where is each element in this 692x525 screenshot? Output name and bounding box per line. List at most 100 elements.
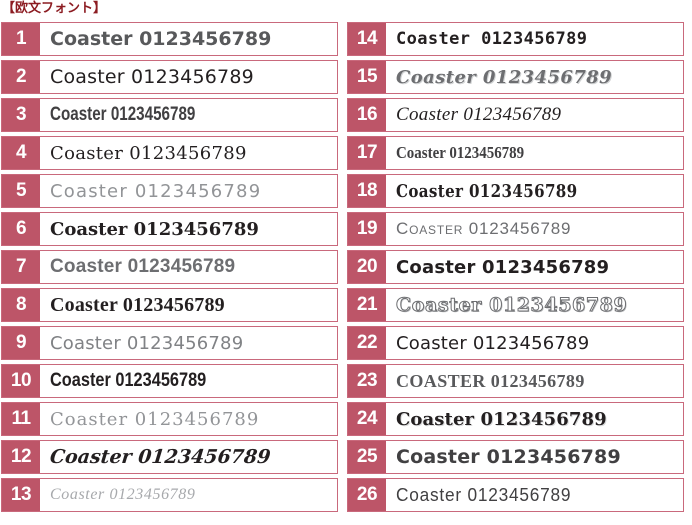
- font-row[interactable]: 11 Coaster 0123456789: [1, 402, 338, 436]
- font-row[interactable]: 23 COASTER 0123456789: [347, 364, 684, 398]
- font-sample-text: Coaster 0123456789: [40, 213, 337, 245]
- font-row[interactable]: 16 Coaster 0123456789: [347, 98, 684, 132]
- font-number-badge: 9: [2, 327, 40, 359]
- font-row[interactable]: 12 Coaster 0123456789: [1, 440, 338, 474]
- font-sample-text: Coaster 0123456789: [386, 99, 683, 131]
- font-sample-text: COASTER 0123456789: [386, 365, 683, 397]
- font-number-badge: 14: [348, 23, 386, 55]
- font-row[interactable]: 7 Coaster 0123456789: [1, 250, 338, 284]
- font-number-badge: 6: [2, 213, 40, 245]
- font-number-badge: 15: [348, 61, 386, 93]
- font-specimen: Coaster 0123456789: [50, 370, 207, 391]
- font-number-badge: 7: [2, 251, 40, 283]
- font-number-badge: 13: [2, 479, 40, 511]
- font-sample-text: Coaster 0123456789: [386, 137, 683, 169]
- font-number-badge: 26: [348, 479, 386, 511]
- font-specimen: Coaster 0123456789: [50, 408, 260, 430]
- font-specimen: Coaster 0123456789: [396, 446, 621, 468]
- page-title: 【欧文フォント】: [2, 1, 107, 16]
- font-number-badge: 12: [2, 441, 40, 473]
- font-number-badge: 17: [348, 137, 386, 169]
- right-column: 14 Coaster 0123456789 15 Coaster 0123456789…: [347, 22, 684, 516]
- font-sample-text: Coaster 0123456789: [386, 213, 683, 245]
- font-sample-text: Coaster 0123456789: [386, 23, 683, 55]
- font-number-badge: 2: [2, 61, 40, 93]
- font-row[interactable]: 10 Coaster 0123456789: [1, 364, 338, 398]
- font-row[interactable]: 22 Coaster 0123456789: [347, 326, 684, 360]
- font-sample-text: Coaster 0123456789: [40, 441, 337, 473]
- font-sample-text: Coaster 0123456789: [386, 175, 683, 207]
- font-row[interactable]: 13 Coaster 0123456789: [1, 478, 338, 512]
- font-sample-text: Coaster 0123456789: [40, 289, 337, 321]
- font-row[interactable]: 5 Coaster 0123456789: [1, 174, 338, 208]
- font-sample-text: Coaster 0123456789: [386, 403, 683, 435]
- font-number-badge: 23: [348, 365, 386, 397]
- font-sample-text: Coaster 0123456789: [40, 479, 337, 511]
- font-sample-text: Coaster 0123456789: [386, 289, 683, 321]
- font-specimen: Coaster 0123456789: [50, 293, 225, 316]
- font-specimen: Coaster 0123456789: [396, 332, 590, 354]
- font-specimen: Coaster 0123456789: [50, 332, 244, 354]
- font-sample-text: Coaster 0123456789: [386, 327, 683, 359]
- font-row[interactable]: 18 Coaster 0123456789: [347, 174, 684, 208]
- font-specimen: Coaster 0123456789: [396, 29, 588, 49]
- font-number-badge: 11: [2, 403, 40, 435]
- font-row[interactable]: 19 Coaster 0123456789: [347, 212, 684, 246]
- font-number-badge: 3: [2, 99, 40, 131]
- font-specimen: Coaster 0123456789: [50, 142, 247, 164]
- font-number-badge: 10: [2, 365, 40, 397]
- font-specimen: Coaster 0123456789: [48, 446, 272, 468]
- left-column: 1 Coaster 0123456789 2 Coaster 0123456789 3 C…: [1, 22, 338, 516]
- font-row[interactable]: 21 Coaster 0123456789: [347, 288, 684, 322]
- font-row[interactable]: 1 Coaster 0123456789: [1, 22, 338, 56]
- font-row[interactable]: 17 Coaster 0123456789: [347, 136, 684, 170]
- font-number-badge: 25: [348, 441, 386, 473]
- font-sample-text: Coaster 0123456789: [40, 403, 337, 435]
- font-sample-text: Coaster 0123456789: [40, 61, 337, 93]
- font-specimen: Coaster 0123456789: [396, 256, 610, 278]
- font-sample-text: Coaster 0123456789: [40, 327, 337, 359]
- font-specimen: Coaster 0123456789: [50, 180, 262, 202]
- font-sample-text: Coaster 0123456789: [386, 61, 683, 93]
- font-specimen: Coaster 0123456789: [50, 218, 259, 240]
- font-number-badge: 4: [2, 137, 40, 169]
- font-row[interactable]: 24 Coaster 0123456789: [347, 402, 684, 436]
- font-row[interactable]: 4 Coaster 0123456789: [1, 136, 338, 170]
- font-specimen: Coaster 0123456789: [50, 256, 236, 277]
- font-row[interactable]: 14 Coaster 0123456789: [347, 22, 684, 56]
- font-sample-text: Coaster 0123456789: [386, 441, 683, 473]
- font-row[interactable]: 20 Coaster 0123456789: [347, 250, 684, 284]
- font-specimen: Coaster 0123456789: [396, 484, 572, 505]
- font-row[interactable]: 3 Coaster 0123456789: [1, 98, 338, 132]
- font-sample-text: Coaster 0123456789: [40, 99, 337, 131]
- font-row[interactable]: 8 Coaster 0123456789: [1, 288, 338, 322]
- font-specimen: Coaster 0123456789: [50, 66, 254, 88]
- font-number-badge: 19: [348, 213, 386, 245]
- font-sample-text: Coaster 0123456789: [40, 365, 337, 397]
- font-number-badge: 24: [348, 403, 386, 435]
- font-sample-text: Coaster 0123456789: [40, 175, 337, 207]
- font-sample-sheet: 【欧文フォント】 1 Coaster 0123456789 2 Coaster 012…: [0, 0, 692, 525]
- font-number-badge: 16: [348, 99, 386, 131]
- font-row[interactable]: 26 Coaster 0123456789: [347, 478, 684, 512]
- font-specimen: Coaster 0123456789: [396, 66, 613, 88]
- font-number-badge: 1: [2, 23, 40, 55]
- font-row[interactable]: 25 Coaster 0123456789: [347, 440, 684, 474]
- font-number-badge: 5: [2, 175, 40, 207]
- font-sample-text: Coaster 0123456789: [40, 23, 337, 55]
- font-number-badge: 18: [348, 175, 386, 207]
- font-specimen: Coaster 0123456789: [396, 408, 607, 430]
- font-specimen: COASTER 0123456789: [396, 370, 585, 391]
- font-specimen: Coaster 0123456789: [396, 219, 572, 238]
- font-row[interactable]: 9 Coaster 0123456789: [1, 326, 338, 360]
- font-number-badge: 20: [348, 251, 386, 283]
- font-row[interactable]: 6 Coaster 0123456789: [1, 212, 338, 246]
- font-sample-text: Coaster 0123456789: [386, 251, 683, 283]
- font-specimen: Coaster 0123456789: [50, 104, 196, 125]
- font-specimen: Coaster 0123456789: [396, 180, 578, 202]
- font-sample-text: Coaster 0123456789: [386, 479, 683, 511]
- font-specimen: Coaster 0123456789: [396, 143, 525, 162]
- font-number-badge: 8: [2, 289, 40, 321]
- font-row[interactable]: 15 Coaster 0123456789: [347, 60, 684, 94]
- font-row[interactable]: 2 Coaster 0123456789: [1, 60, 338, 94]
